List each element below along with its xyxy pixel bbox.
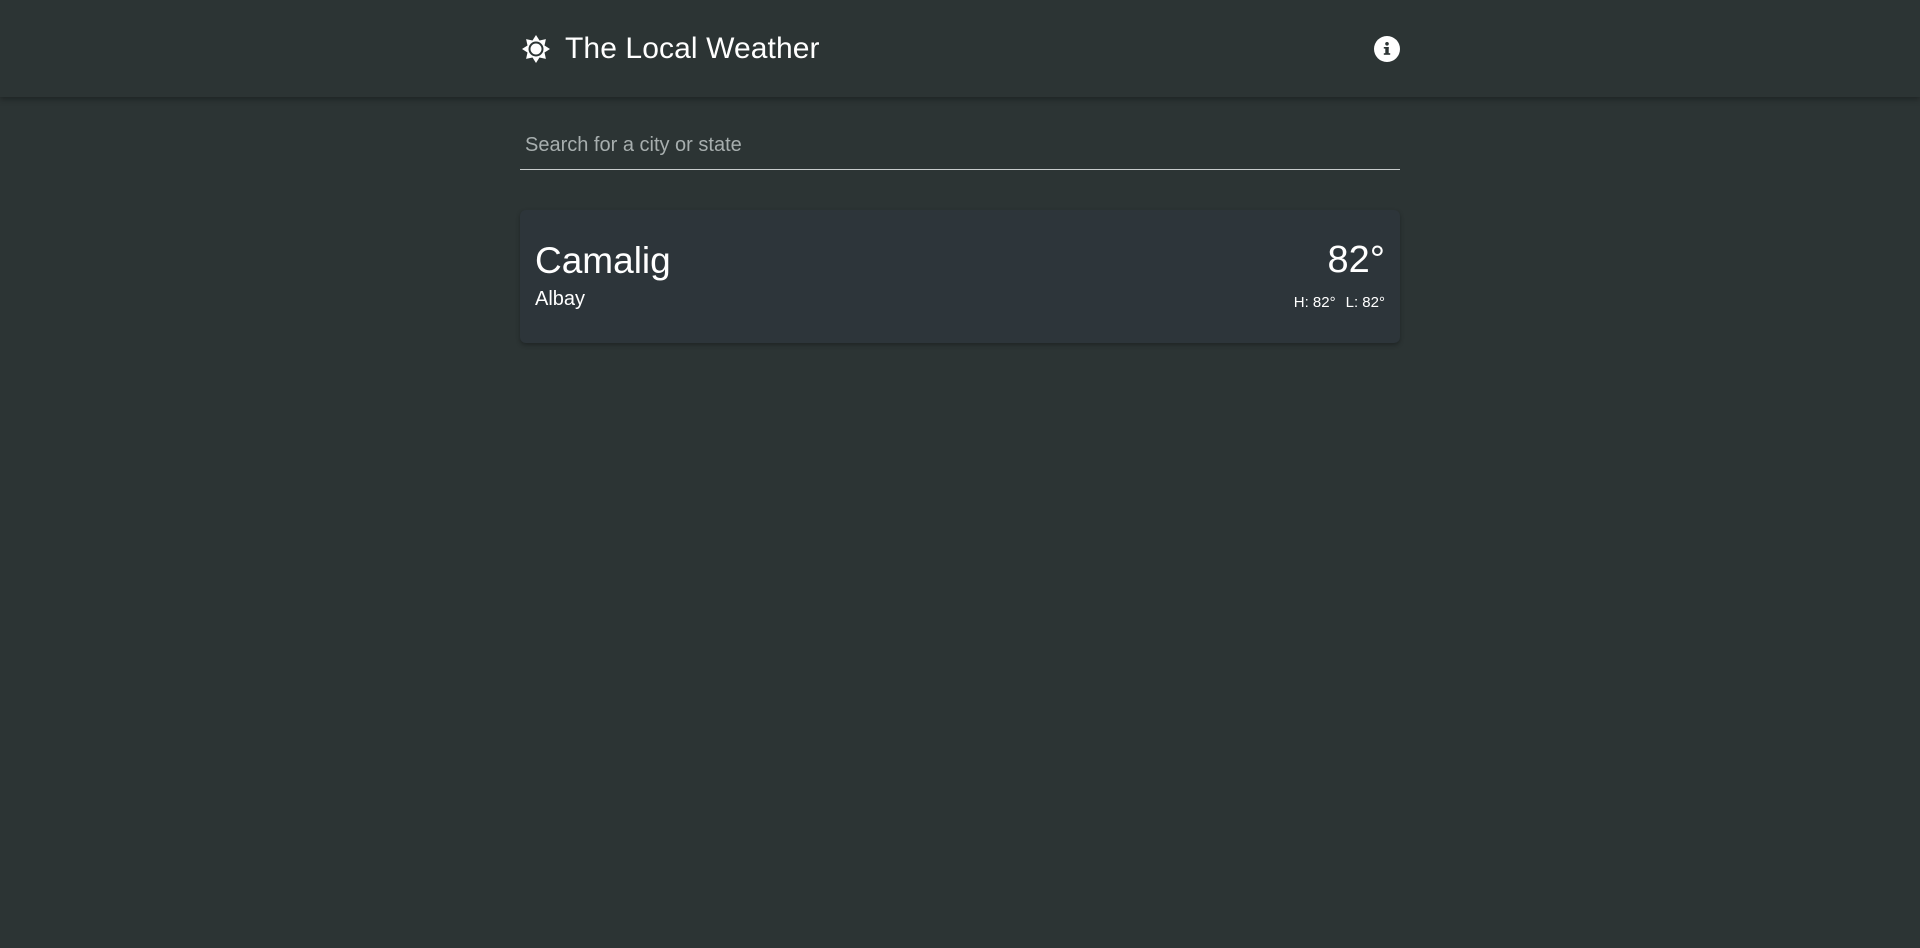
high-temperature: H: 82° <box>1293 294 1336 311</box>
sun-icon <box>520 33 552 65</box>
brand[interactable]: The Local Weather <box>520 32 820 66</box>
city-name: Camalig <box>535 240 671 281</box>
header-content: The Local Weather <box>520 0 1400 97</box>
search-container <box>520 122 1400 170</box>
current-temperature: 82° <box>1327 239 1385 281</box>
info-icon[interactable] <box>1374 35 1400 62</box>
app-title: The Local Weather <box>565 31 820 65</box>
low-temperature: L: 82° <box>1345 294 1385 311</box>
high-low-temperatures: H: 82° L: 82° <box>1294 294 1385 311</box>
app-header: The Local Weather <box>0 0 1920 97</box>
region-name: Albay <box>535 288 586 310</box>
location-card[interactable]: Camalig Albay 82° H: 82° L: 82° <box>520 210 1400 343</box>
search-input[interactable] <box>520 122 1400 169</box>
